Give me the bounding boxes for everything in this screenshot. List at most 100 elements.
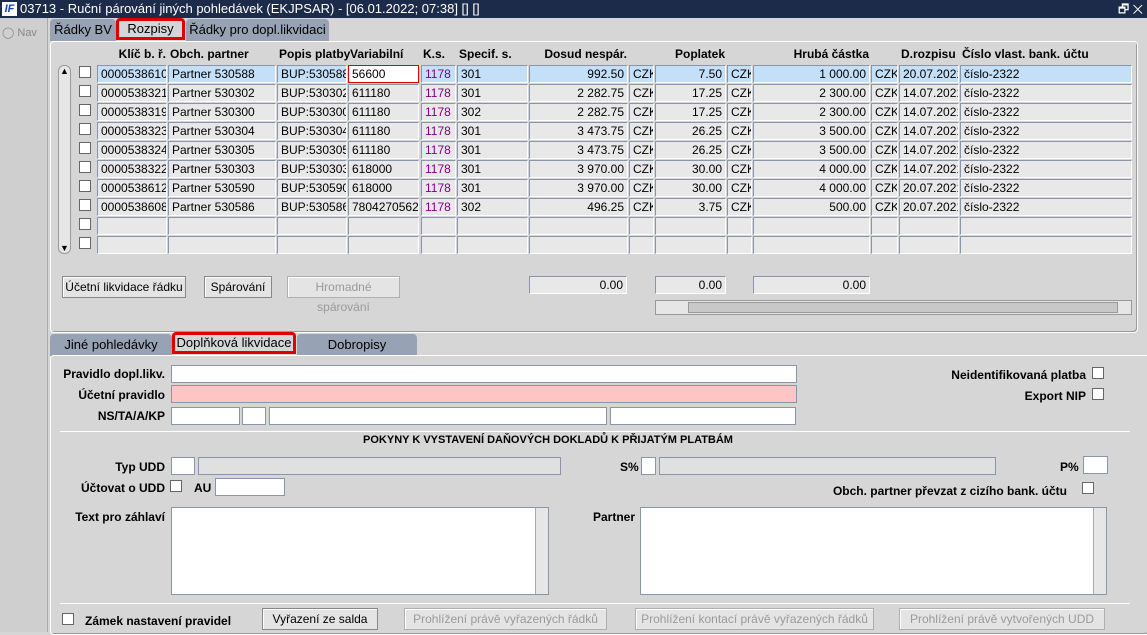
grid-cell[interactable]: číslo-2322	[960, 84, 1132, 102]
grid-cell[interactable]: CZK	[727, 198, 752, 216]
tab-doplnkova-likvidace[interactable]: Doplňková likvidace	[172, 332, 296, 354]
grid-cell[interactable]: 26.25	[655, 141, 726, 159]
grid-cell[interactable]: CZK	[727, 141, 752, 159]
grid-cell[interactable]	[277, 236, 347, 254]
ns-input[interactable]	[171, 407, 240, 425]
grid-cell[interactable]	[655, 236, 726, 254]
grid-cell[interactable]: 0000538608	[97, 198, 167, 216]
grid-cell[interactable]	[727, 236, 752, 254]
obch-prevzat-checkbox[interactable]	[1082, 482, 1094, 494]
grid-cell[interactable]: 3 970.00	[529, 160, 628, 178]
partner-textarea[interactable]	[640, 507, 1107, 595]
grid-cell[interactable]: 4 000.00	[753, 160, 870, 178]
grid-cell[interactable]: 302	[457, 198, 528, 216]
grid-cell[interactable]	[629, 236, 654, 254]
grid-cell[interactable]: CZK	[871, 141, 898, 159]
grid-cell[interactable]: 302	[457, 103, 528, 121]
grid-cell[interactable]	[899, 217, 959, 235]
grid-cell[interactable]: CZK	[629, 84, 654, 102]
grid-cell[interactable]: CZK	[871, 103, 898, 121]
grid-cell[interactable]: BUP:530303	[277, 160, 347, 178]
grid-cell[interactable]: CZK	[727, 179, 752, 197]
ucetni-pravidlo-input[interactable]	[171, 385, 797, 403]
grid-cell[interactable]: 301	[457, 179, 528, 197]
grid-cell[interactable]: 3 473.75	[529, 141, 628, 159]
grid-cell[interactable]: CZK	[727, 160, 752, 178]
grid-cell[interactable]: 20.07.2021	[899, 65, 959, 83]
grid-cell[interactable]: CZK	[629, 141, 654, 159]
uctovat-checkbox[interactable]	[170, 480, 182, 492]
grid-cell[interactable]: 1178	[421, 65, 456, 83]
grid-cell[interactable]: 20.07.2021	[899, 198, 959, 216]
grid-cell[interactable]: 611180	[348, 84, 419, 102]
grid-cell[interactable]: 3 473.75	[529, 122, 628, 140]
row-checkbox[interactable]	[79, 142, 91, 154]
zamek-checkbox[interactable]	[62, 613, 74, 625]
grid-cell[interactable]	[629, 217, 654, 235]
prohlizeni-udd-button[interactable]: Prohlížení právě vytvořených UDD	[899, 608, 1105, 630]
grid-cell[interactable]: 14.07.2021	[899, 160, 959, 178]
grid-cell[interactable]: 17.25	[655, 84, 726, 102]
grid-cell[interactable]: 500.00	[753, 198, 870, 216]
grid-cell[interactable]: 0000538319	[97, 103, 167, 121]
grid-cell[interactable]: 301	[457, 141, 528, 159]
textarea-scrollbar[interactable]	[1093, 508, 1106, 594]
grid-cell[interactable]: CZK	[871, 160, 898, 178]
grid-cell[interactable]: Partner 530302	[168, 84, 276, 102]
prohlizeni-vyrazenych-button[interactable]: Prohlížení právě vyřazených řádků	[404, 608, 607, 630]
grid-cell[interactable]: 14.07.2021	[899, 84, 959, 102]
grid-cell[interactable]: 0000538324	[97, 141, 167, 159]
grid-cell[interactable]: 611180	[348, 103, 419, 121]
grid-cell[interactable]	[529, 236, 628, 254]
row-checkbox[interactable]	[79, 218, 91, 230]
ucetni-likvidace-button[interactable]: Účetní likvidace řádku	[62, 276, 186, 298]
grid-cell[interactable]: 301	[457, 122, 528, 140]
grid-cell[interactable]: 2 282.75	[529, 84, 628, 102]
grid-cell[interactable]: BUP:530588	[277, 65, 347, 83]
hromadne-sparovani-button[interactable]: Hromadné spárování	[287, 276, 400, 314]
row-checkbox[interactable]	[79, 161, 91, 173]
prohlizeni-kontaci-button[interactable]: Prohlížení kontací právě vyřazených řádk…	[635, 608, 874, 630]
grid-cell[interactable]: 0000538321	[97, 84, 167, 102]
grid-cell[interactable]: 301	[457, 160, 528, 178]
grid-cell[interactable]: CZK	[871, 122, 898, 140]
grid-cell[interactable]: 0000538612	[97, 179, 167, 197]
grid-cell[interactable]: CZK	[871, 65, 898, 83]
nav-button[interactable]: ◯ Nav	[2, 26, 37, 39]
grid-cell[interactable]: číslo-2322	[960, 141, 1132, 159]
grid-cell[interactable]: 301	[457, 65, 528, 83]
grid-cell[interactable]: Partner 530303	[168, 160, 276, 178]
grid-cell[interactable]	[457, 217, 528, 235]
grid-cell[interactable]: 17.25	[655, 103, 726, 121]
text-zahlavi-textarea[interactable]	[171, 507, 549, 595]
grid-cell[interactable]: 1178	[421, 84, 456, 102]
grid-cell[interactable]: CZK	[629, 122, 654, 140]
sparovani-button[interactable]: Spárování	[204, 276, 272, 298]
grid-cell[interactable]	[871, 217, 898, 235]
grid-cell[interactable]: 30.00	[655, 160, 726, 178]
row-checkbox[interactable]	[79, 104, 91, 116]
neidentifikovana-checkbox[interactable]	[1092, 367, 1104, 379]
grid-cell[interactable]: 611180	[348, 141, 419, 159]
tab-radky-dopl-likvidaci[interactable]: Řádky pro dopl.likvidaci	[186, 19, 329, 41]
grid-cell[interactable]: Partner 530300	[168, 103, 276, 121]
grid-cell[interactable]: Partner 530586	[168, 198, 276, 216]
grid-cell[interactable]: CZK	[629, 65, 654, 83]
grid-cell[interactable]: BUP:530302	[277, 84, 347, 102]
p-pct-input[interactable]	[1083, 456, 1108, 474]
tab-dobropisy[interactable]: Dobropisy	[297, 334, 417, 356]
grid-cell[interactable]: BUP:530304	[277, 122, 347, 140]
row-checkbox[interactable]	[79, 85, 91, 97]
grid-cell[interactable]: 14.07.2021	[899, 122, 959, 140]
tab-rozpisy[interactable]: Rozpisy	[116, 18, 185, 40]
grid-cell[interactable]	[960, 236, 1132, 254]
grid-cell[interactable]: 2 300.00	[753, 84, 870, 102]
grid-cell[interactable]: 0000538610	[97, 65, 167, 83]
scroll-up-icon[interactable]: ▲	[59, 66, 70, 76]
grid-cell[interactable]	[727, 217, 752, 235]
grid-cell[interactable]	[168, 217, 276, 235]
grid-cell[interactable]: 1 000.00	[753, 65, 870, 83]
grid-cell[interactable]: CZK	[629, 103, 654, 121]
grid-cell[interactable]: Partner 530304	[168, 122, 276, 140]
grid-cell[interactable]: 1178	[421, 160, 456, 178]
